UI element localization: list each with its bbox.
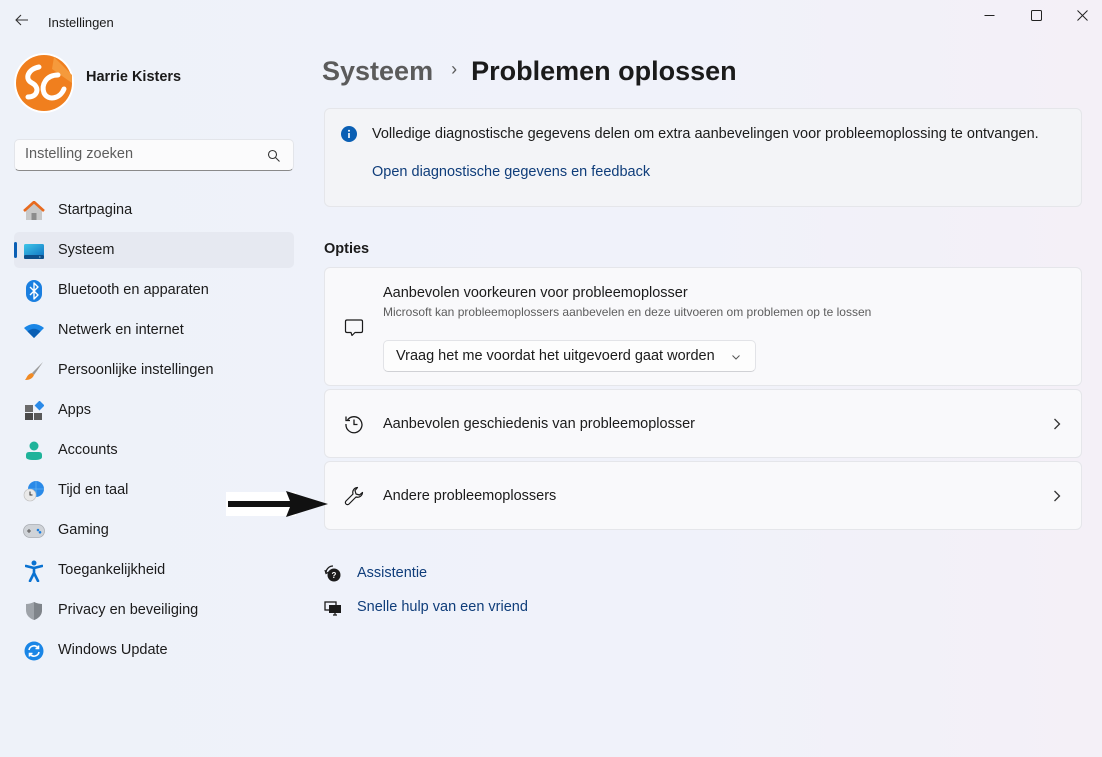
wrench-icon — [343, 485, 365, 507]
time-language-icon — [23, 480, 45, 502]
avatar-logo-icon — [14, 53, 74, 113]
history-icon — [343, 413, 365, 435]
history-card[interactable]: Aanbevolen geschiedenis van probleemoplo… — [324, 389, 1082, 458]
sidebar-item-label: Tijd en taal — [58, 482, 129, 498]
info-text: Volledige diagnostische gegevens delen o… — [372, 126, 1039, 142]
help-link-snelle-hulp[interactable]: Snelle hulp van een vriend — [324, 599, 528, 617]
home-icon — [23, 200, 45, 222]
sidebar-item-apps[interactable]: Apps — [14, 392, 294, 428]
app-title: Instellingen — [48, 15, 114, 30]
info-card: Volledige diagnostische gegevens delen o… — [324, 108, 1082, 207]
chevron-right-icon — [1054, 418, 1061, 430]
help-chat-icon: ? — [324, 565, 342, 583]
sidebar-item-label: Gaming — [58, 522, 109, 538]
search-input[interactable] — [25, 146, 260, 162]
section-title-opties: Opties — [324, 241, 370, 257]
maximize-icon — [1030, 9, 1042, 21]
system-icon — [23, 240, 45, 262]
sidebar-item-label: Accounts — [58, 442, 118, 458]
chevron-down-icon — [732, 355, 740, 360]
preferences-description: Microsoft kan probleemoplossers aanbevel… — [383, 305, 872, 319]
page-title: Problemen oplossen — [471, 56, 737, 86]
avatar[interactable] — [14, 53, 74, 113]
sidebar-item-label: Privacy en beveiliging — [58, 602, 199, 618]
breadcrumb-separator-icon: › — [451, 59, 458, 79]
sidebar-item-label: Netwerk en internet — [58, 322, 184, 338]
sidebar-item-accounts[interactable]: Accounts — [14, 432, 294, 468]
apps-icon — [23, 400, 45, 422]
arrow-left-icon — [15, 14, 28, 26]
gamepad-icon — [23, 520, 45, 542]
sidebar-item-windows-update[interactable]: Windows Update — [14, 632, 294, 668]
close-button[interactable] — [1059, 0, 1102, 30]
sidebar-item-label: Windows Update — [58, 642, 168, 658]
chat-bubble-icon — [343, 317, 365, 339]
preferences-dropdown[interactable]: Vraag het me voordat het uitgevoerd gaat… — [383, 340, 756, 372]
active-indicator — [14, 242, 17, 258]
search-box[interactable] — [14, 139, 294, 171]
maximize-button[interactable] — [1013, 0, 1059, 30]
sidebar-item-label: Apps — [58, 402, 92, 418]
sidebar-item-label: Bluetooth en apparaten — [58, 282, 209, 298]
sidebar-item-bluetooth[interactable]: Bluetooth en apparaten — [14, 272, 294, 308]
svg-text:?: ? — [332, 571, 337, 580]
sidebar-item-toegankelijkheid[interactable]: Toegankelijkheid — [14, 552, 294, 588]
other-troubleshooters-title: Andere probleemoplossers — [383, 488, 557, 504]
dropdown-selected-value: Vraag het me voordat het uitgevoerd gaat… — [396, 348, 715, 364]
other-troubleshooters-card[interactable]: Andere probleemoplossers — [324, 461, 1082, 530]
wifi-icon — [23, 320, 45, 342]
sidebar-item-netwerk[interactable]: Netwerk en internet — [14, 312, 294, 348]
account-icon — [23, 440, 45, 462]
minimize-button[interactable] — [966, 0, 1012, 30]
brush-icon — [23, 360, 45, 382]
chevron-right-icon — [1054, 490, 1061, 502]
sidebar-item-systeem[interactable]: Systeem — [14, 232, 294, 268]
bluetooth-icon — [23, 280, 45, 302]
help-link-label: Assistentie — [357, 565, 428, 581]
sidebar-nav: Startpagina Systeem Bluetooth en apparat… — [14, 192, 294, 672]
preferences-card: Aanbevolen voorkeuren voor probleemoplos… — [324, 267, 1082, 386]
user-name: Harrie Kisters — [86, 69, 182, 85]
breadcrumb: Systeem › Problemen oplossen — [322, 56, 737, 87]
back-button[interactable] — [12, 10, 32, 30]
sidebar-item-label: Systeem — [58, 242, 115, 258]
sidebar-item-startpagina[interactable]: Startpagina — [14, 192, 294, 228]
annotation-arrow-icon — [226, 491, 328, 517]
history-title: Aanbevolen geschiedenis van probleemoplo… — [383, 416, 695, 432]
update-icon — [23, 640, 45, 662]
minimize-icon — [984, 14, 994, 16]
preferences-title: Aanbevolen voorkeuren voor probleemoplos… — [383, 285, 688, 301]
open-diagnostics-link[interactable]: Open diagnostische gegevens en feedback — [372, 164, 650, 180]
info-icon — [341, 126, 357, 142]
breadcrumb-parent[interactable]: Systeem — [322, 56, 433, 87]
sidebar-item-persoonlijke-instellingen[interactable]: Persoonlijke instellingen — [14, 352, 294, 388]
sidebar-item-label: Startpagina — [58, 202, 133, 218]
search-icon[interactable] — [267, 149, 281, 163]
sidebar-item-label: Toegankelijkheid — [58, 562, 166, 578]
close-icon — [1076, 9, 1088, 21]
title-bar: Instellingen — [0, 0, 1102, 44]
shield-icon — [23, 600, 45, 622]
sidebar-item-label: Persoonlijke instellingen — [58, 362, 214, 378]
remote-desktop-icon — [324, 599, 342, 617]
help-link-label: Snelle hulp van een vriend — [357, 599, 528, 615]
accessibility-icon — [23, 560, 45, 582]
help-link-assistentie[interactable]: ? Assistentie — [324, 565, 427, 583]
sidebar-item-privacy[interactable]: Privacy en beveiliging — [14, 592, 294, 628]
